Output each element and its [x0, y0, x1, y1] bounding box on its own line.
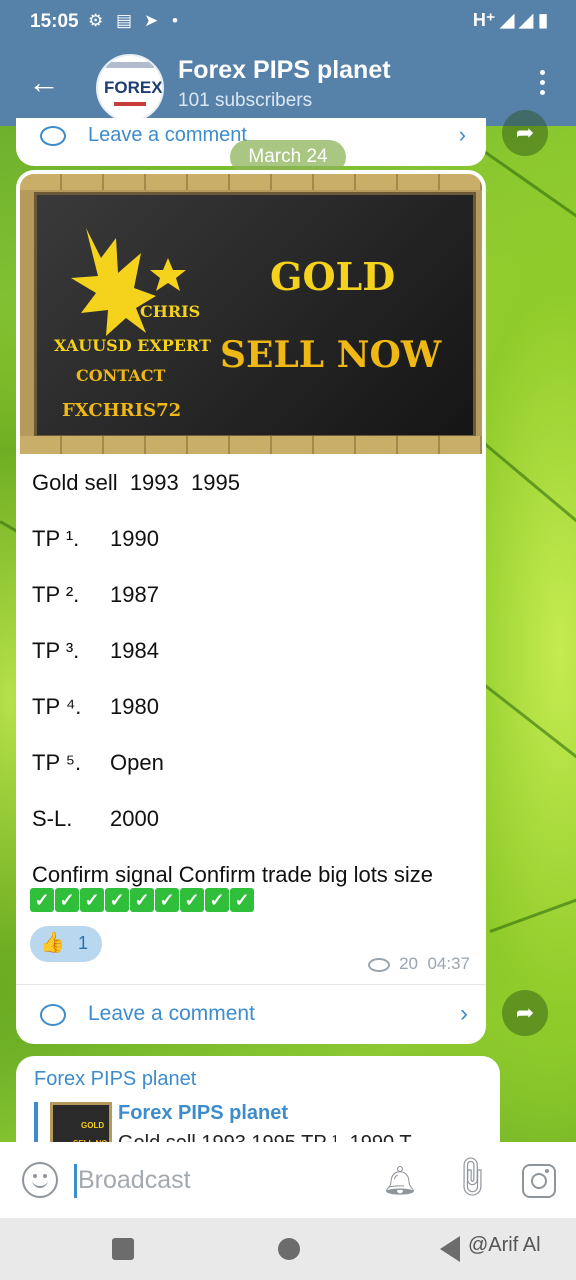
camera-icon[interactable]: [522, 1164, 556, 1198]
sl-label: S-L.: [32, 806, 73, 831]
message-input-bar: Broadcast 🔔︎ 📎︎: [0, 1142, 576, 1218]
banner-contact: CONTACT: [76, 366, 166, 385]
quote-author: Forex PIPS planet: [118, 1102, 289, 1124]
dot-icon: •: [172, 11, 178, 30]
check-icon: ✓: [80, 888, 104, 912]
signal-battery: H⁺ ◢ ◢ ▮: [472, 10, 548, 30]
subscriber-count: 101 subscribers: [178, 90, 313, 111]
avatar-decoration: [114, 102, 146, 106]
griffin-logo-icon: [71, 228, 186, 336]
banner-expert: XAUUSD EXPERT: [54, 336, 211, 355]
tp-label: TP ³.: [32, 638, 80, 663]
channel-title[interactable]: Forex PIPS planet: [178, 56, 391, 85]
leaf-vein: [489, 889, 576, 933]
tp-row: TP ². 1987: [32, 582, 159, 608]
frame-stripe: [20, 436, 482, 454]
comment-label: Leave a comment: [88, 1002, 255, 1025]
banner-sell-now: SELL NOW: [220, 334, 442, 376]
tp-label: TP ².: [32, 582, 80, 607]
broadcast-input[interactable]: Broadcast: [78, 1166, 191, 1195]
date-pill: March 24: [230, 140, 346, 174]
home-button[interactable]: [278, 1238, 300, 1260]
banner-handle: FXCHRIS72: [62, 400, 182, 421]
settings-icon: ⚙: [88, 11, 104, 30]
thumbs-up-icon: 👍: [40, 932, 65, 954]
check-icon: ✓: [105, 888, 129, 912]
sl-value: 2000: [110, 806, 159, 831]
reaction-count: 1: [78, 933, 89, 953]
post-time: 04:37: [427, 954, 470, 973]
signal-headline: Gold sell 1993 1995: [32, 470, 240, 495]
checkmark-row: ✓ ✓ ✓ ✓ ✓ ✓ ✓ ✓ ✓: [30, 888, 255, 912]
avatar-text: FOREX: [104, 78, 163, 97]
post-image[interactable]: CHRIS XAUUSD EXPERT CONTACT FXCHRIS72 GO…: [20, 174, 482, 454]
thumb-gold: GOLD: [81, 1121, 105, 1130]
tp-label: TP ¹.: [32, 526, 80, 551]
comment-label: Leave a comment: [88, 124, 247, 146]
app-header: 15:05 ⚙ ▤ ➤ • H⁺ ◢ ◢ ▮ ← FOREX Forex PIP…: [0, 0, 576, 126]
check-icon: ✓: [180, 888, 204, 912]
check-icon: ✓: [205, 888, 229, 912]
sl-row: S-L. 2000: [32, 806, 159, 832]
back-arrow-icon[interactable]: ←: [28, 66, 60, 98]
tp-value: 1980: [110, 694, 159, 719]
banner-chris: CHRIS: [140, 302, 201, 321]
check-icon: ✓: [55, 888, 79, 912]
reaction-chip[interactable]: 👍 1: [30, 926, 102, 962]
recents-button[interactable]: [112, 1238, 134, 1260]
tp-row: TP ⁴. 1980: [32, 694, 159, 720]
check-icon: ✓: [230, 888, 254, 912]
channel-avatar[interactable]: FOREX: [96, 54, 164, 122]
post-author: Forex PIPS planet: [34, 1068, 197, 1090]
tp-row: TP ⁵. Open: [32, 750, 164, 776]
tp-value: 1984: [110, 638, 159, 663]
post-meta: 20 04:37: [368, 954, 470, 974]
forward-icon[interactable]: ➦: [502, 990, 548, 1036]
tp-value: 1990: [110, 526, 159, 551]
frame-stripe: [20, 174, 482, 190]
bell-icon[interactable]: 🔔︎: [382, 1164, 418, 1197]
more-menu-icon[interactable]: [540, 70, 546, 100]
network-type: H⁺: [472, 10, 496, 30]
view-count: 20: [399, 954, 418, 973]
tp-value: Open: [110, 750, 164, 775]
avatar-decoration: [106, 62, 154, 68]
divider: [16, 984, 486, 985]
check-icon: ✓: [155, 888, 179, 912]
chevron-right-icon: ›: [460, 1000, 468, 1027]
status-time: 15:05: [30, 11, 79, 32]
check-icon: ✓: [130, 888, 154, 912]
comment-icon: [40, 1004, 66, 1026]
text-caret: [74, 1164, 77, 1198]
chevron-right-icon: ›: [458, 122, 466, 147]
watermark: @Arif Al: [468, 1234, 541, 1256]
banner-gold: GOLD: [270, 254, 396, 299]
attach-icon[interactable]: 📎︎: [445, 1152, 497, 1204]
system-nav-bar: @Arif Al: [0, 1218, 576, 1280]
back-button[interactable]: [440, 1236, 460, 1262]
forward-icon[interactable]: ➦: [502, 110, 548, 156]
eye-icon: [368, 957, 391, 972]
comment-icon: [40, 126, 66, 146]
tp-row: TP ³. 1984: [32, 638, 159, 664]
leaf-vein: [479, 680, 576, 769]
confirm-text: Confirm signal Confirm trade big lots si…: [32, 862, 434, 887]
check-icon: ✓: [30, 888, 54, 912]
news-icon: ▤: [116, 11, 133, 30]
tp-value: 1987: [110, 582, 159, 607]
emoji-icon[interactable]: [22, 1162, 58, 1198]
tp-label: TP ⁵.: [32, 750, 82, 775]
tp-row: TP ¹. 1990: [32, 526, 159, 552]
status-bar: 15:05 ⚙ ▤ ➤ • H⁺ ◢ ◢ ▮: [0, 0, 576, 44]
tp-label: TP ⁴.: [32, 694, 82, 719]
telegram-icon: ➤: [144, 11, 159, 30]
channel-post[interactable]: CHRIS XAUUSD EXPERT CONTACT FXCHRIS72 GO…: [16, 170, 486, 1044]
